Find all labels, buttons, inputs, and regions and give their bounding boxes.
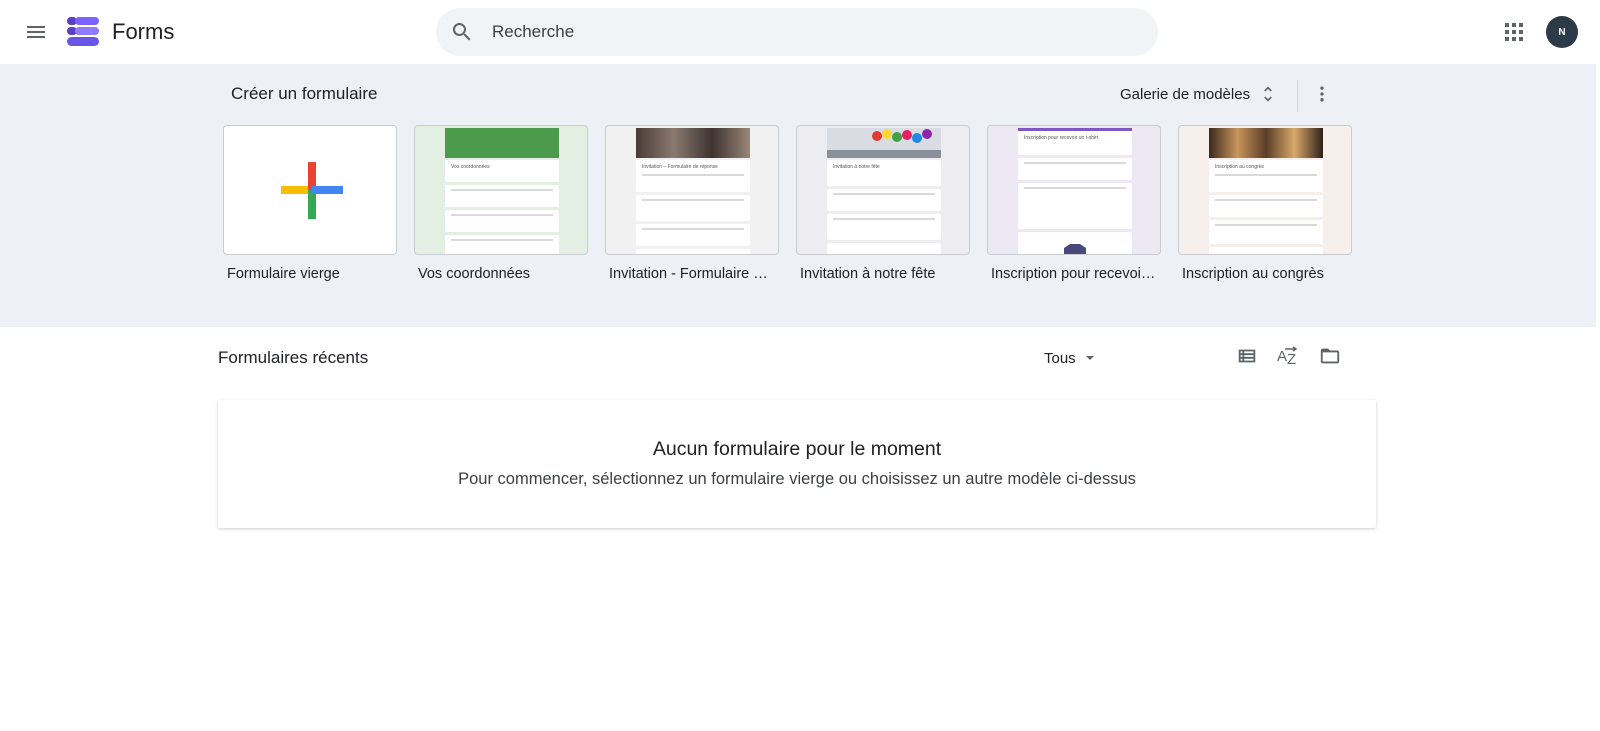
template-label: Invitation - Formulaire de réponse <box>609 266 775 282</box>
template-thumbnail[interactable]: Invitation – Formulaire de réponse <box>605 125 779 255</box>
template-label: Vos coordonnées <box>418 266 531 282</box>
header-image <box>445 128 559 158</box>
mini-form-card: Vos coordonnées <box>445 160 559 182</box>
template-label: Formulaire vierge <box>227 266 340 282</box>
avatar-initial: N <box>1558 26 1566 38</box>
tshirt-image <box>1064 244 1086 254</box>
list-view-icon <box>1238 349 1256 363</box>
mini-form-card <box>636 195 750 221</box>
template-thumbnail[interactable]: Inscription au congrès <box>1178 125 1352 255</box>
thumbnail-title: Vos coordonnées <box>451 164 490 170</box>
template-tshirt-signup[interactable]: Inscription pour recevoir un t-shirt Ins… <box>987 125 1161 282</box>
header-image <box>827 128 941 158</box>
more-options-button[interactable] <box>1304 76 1340 112</box>
menu-icon <box>27 26 45 38</box>
mini-form-card <box>1209 247 1323 254</box>
search-bar[interactable] <box>436 8 1158 56</box>
empty-state-card: Aucun formulaire pour le moment Pour com… <box>218 400 1376 528</box>
gallery-title: Créer un formulaire <box>231 84 378 103</box>
mini-form-card: Inscription pour recevoir un t-shirt <box>1018 131 1132 155</box>
mini-form-card <box>1209 195 1323 217</box>
open-file-picker-button[interactable] <box>1312 338 1348 374</box>
mini-form-card <box>445 210 559 232</box>
mini-form-card <box>827 243 941 254</box>
thumbnail-title: Invitation à notre fête <box>833 164 880 170</box>
svg-text:Z: Z <box>1287 351 1296 367</box>
mini-form-card <box>636 249 750 254</box>
template-rsvp[interactable]: Invitation – Formulaire de réponse Invit… <box>605 125 779 282</box>
mini-form-card <box>827 189 941 211</box>
header-image <box>636 128 750 158</box>
template-gallery: Créer un formulaire Galerie de modèles F… <box>0 64 1596 327</box>
mini-form-card <box>1018 183 1132 229</box>
svg-text:A: A <box>1277 348 1287 365</box>
divider <box>1297 80 1298 112</box>
plus-icon <box>281 162 343 219</box>
template-contact-info[interactable]: Vos coordonnées Vos coordonnées <box>414 125 588 282</box>
more-vert-icon <box>1320 86 1324 102</box>
template-label: Invitation à notre fête <box>800 266 936 282</box>
sort-alpha-icon: A Z <box>1277 346 1298 367</box>
app-title[interactable]: Forms <box>112 16 174 48</box>
empty-state-title: Aucun formulaire pour le moment <box>652 438 942 460</box>
template-label: Inscription au congrès <box>1182 266 1324 282</box>
account-avatar[interactable]: N <box>1546 16 1578 48</box>
google-apps-button[interactable] <box>1494 12 1534 52</box>
search-icon[interactable] <box>450 20 474 44</box>
list-view-button[interactable] <box>1229 338 1265 374</box>
mini-form-card <box>445 185 559 207</box>
owner-filter-dropdown[interactable]: Tous <box>1044 344 1096 372</box>
apps-grid-icon <box>1505 23 1523 41</box>
recent-forms-title: Formulaires récents <box>218 348 369 367</box>
top-bar: Forms N <box>0 0 1600 64</box>
template-thumbnail[interactable] <box>223 125 397 255</box>
thumbnail-title: Invitation – Formulaire de réponse <box>642 164 718 170</box>
mini-form-card <box>1209 220 1323 244</box>
mini-form-card: Inscription au congrès <box>1209 160 1323 192</box>
template-label: Inscription pour recevoir un t-shirt <box>991 266 1157 282</box>
template-thumbnail[interactable]: Vos coordonnées <box>414 125 588 255</box>
mini-form-card <box>445 235 559 254</box>
template-blank[interactable]: Formulaire vierge <box>223 125 397 282</box>
thumbnail-title: Inscription pour recevoir un t-shirt <box>1024 135 1099 141</box>
template-thumbnail[interactable]: Invitation à notre fête <box>796 125 970 255</box>
header-image <box>1209 128 1323 158</box>
template-gallery-label: Galerie de modèles <box>1120 85 1251 103</box>
template-party-invite[interactable]: Invitation à notre fête Invitation à not… <box>796 125 970 282</box>
sort-button[interactable]: A Z <box>1270 338 1306 374</box>
main-menu-button[interactable] <box>16 12 56 52</box>
folder-icon <box>1320 348 1340 364</box>
mini-form-card: Invitation – Formulaire de réponse <box>636 160 750 192</box>
mini-form-card: Invitation à notre fête <box>827 160 941 186</box>
mini-form-card <box>1018 158 1132 180</box>
unfold-icon <box>1264 86 1272 102</box>
search-input[interactable] <box>492 8 1132 56</box>
mini-form-card <box>827 214 941 240</box>
template-thumbnail[interactable]: Inscription pour recevoir un t-shirt <box>987 125 1161 255</box>
thumbnail-title: Inscription au congrès <box>1215 164 1264 170</box>
template-event-registration[interactable]: Inscription au congrès Inscription au co… <box>1178 125 1352 282</box>
mini-form-card <box>636 224 750 246</box>
arrow-drop-down-icon <box>1085 356 1094 360</box>
mini-form-card <box>1018 232 1132 254</box>
template-gallery-button[interactable]: Galerie de modèles <box>1110 76 1288 112</box>
empty-state-subtitle: Pour commencer, sélectionnez un formulai… <box>458 470 1136 488</box>
forms-logo-icon[interactable] <box>66 14 100 48</box>
balloons-icon <box>827 129 941 158</box>
owner-filter-value: Tous <box>1044 349 1076 367</box>
